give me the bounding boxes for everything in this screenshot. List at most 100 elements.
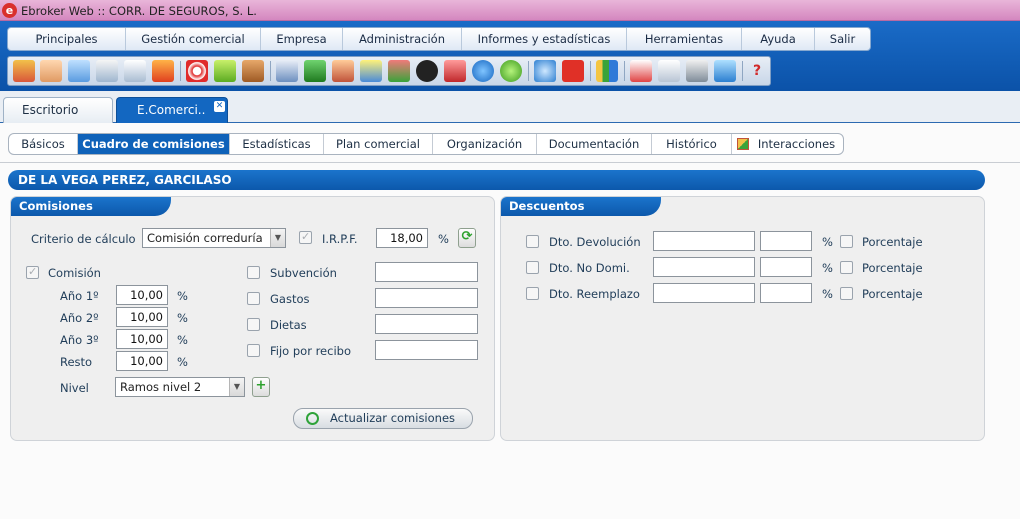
dietas-checkbox[interactable] [247,318,260,331]
subtab-basicos[interactable]: Básicos [9,134,78,154]
target-icon[interactable] [186,60,208,82]
nivel-label: Nivel [60,381,89,395]
nivel-select[interactable]: Ramos nivel 2 ▼ [115,377,245,397]
gastos-input[interactable] [375,288,478,308]
dto-devolucion-percent-input[interactable] [760,231,812,251]
euro-dark-icon[interactable] [416,60,438,82]
g-icon[interactable] [562,60,584,82]
descuentos-title: Descuentos [501,197,661,216]
subtab-estadisticas[interactable]: Estadísticas [230,134,324,154]
comision-checkbox[interactable] [26,265,39,279]
notes-icon[interactable] [658,60,680,82]
calculator-icon[interactable] [686,60,708,82]
dto-no-domi-percent: % [822,261,833,275]
year3-input[interactable]: 10,00 [116,329,168,349]
subvencion-checkbox[interactable] [247,266,260,279]
menu-salir[interactable]: Salir [815,28,870,50]
subtab-organizacion[interactable]: Organización [433,134,537,154]
agent-icon[interactable] [332,60,354,82]
building-icon[interactable] [304,60,326,82]
subtabs-area: Básicos Cuadro de comisiones Estadística… [0,124,1020,163]
fire-icon[interactable] [152,60,174,82]
year1-label: Año 1º [60,289,99,303]
link-icon[interactable] [714,60,736,82]
menu-informes[interactable]: Informes y estadísticas [462,28,627,50]
boxes-icon[interactable] [13,60,35,82]
person-icon[interactable] [68,60,90,82]
criterio-select[interactable]: Comisión correduría ▼ [142,228,286,248]
eraser-icon[interactable] [214,60,236,82]
tab-escritorio[interactable]: Escritorio [3,97,113,123]
user-card-icon[interactable] [40,60,62,82]
close-icon[interactable]: ✕ [214,101,225,112]
comision-label: Comisión [48,266,101,280]
year3-percent: % [177,333,188,347]
criterio-label: Criterio de cálculo [31,232,136,246]
update-commissions-button[interactable]: Actualizar comisiones [293,408,473,429]
dietas-label: Dietas [270,318,307,332]
dto-devolucion-input[interactable] [653,231,755,251]
euro-green-icon[interactable] [500,60,522,82]
fijo-recibo-checkbox[interactable] [247,344,260,357]
menu-gestion-comercial[interactable]: Gestión comercial [126,28,261,50]
dto-reemplazo-input[interactable] [653,283,755,303]
irpf-checkbox[interactable] [299,230,312,244]
main-menu: Principales Gestión comercial Empresa Ad… [7,27,871,51]
menu-empresa[interactable]: Empresa [261,28,343,50]
year1-input[interactable]: 10,00 [116,285,168,305]
dto-devolucion-label: Dto. Devolución [549,235,641,249]
envelope-icon[interactable] [276,60,298,82]
dto-reemplazo-porcentaje-checkbox[interactable] [840,287,853,300]
dto-reemplazo-label: Dto. Reemplazo [549,287,640,301]
cards-icon[interactable] [388,60,410,82]
chart-icon[interactable] [596,60,618,82]
year3-label: Año 3º [60,333,99,347]
group-icon[interactable] [444,60,466,82]
window-icon[interactable] [124,60,146,82]
add-icon[interactable]: + [252,377,270,397]
dto-devolucion-porcentaje-checkbox[interactable] [840,235,853,248]
chevron-down-icon: ▼ [270,229,285,247]
subvencion-input[interactable] [375,262,478,282]
dto-devolucion-porcentaje-label: Porcentaje [862,235,923,249]
dto-devolucion-percent: % [822,235,833,249]
boxes-icon [737,138,749,150]
gastos-checkbox[interactable] [247,292,260,305]
menu-principales[interactable]: Principales [8,28,126,50]
comisiones-panel: Comisiones Criterio de cálculo Comisión … [10,196,495,441]
dto-devolucion-checkbox[interactable] [526,235,539,248]
title-bar: e Ebroker Web :: CORR. DE SEGUROS, S. L. [0,0,1020,21]
refresh-icon[interactable] [534,60,556,82]
euro-blue-icon[interactable] [472,60,494,82]
subtab-historico[interactable]: Histórico [652,134,732,154]
menu-ayuda[interactable]: Ayuda [742,28,815,50]
bulb-person-icon[interactable] [360,60,382,82]
year2-input[interactable]: 10,00 [116,307,168,327]
dto-no-domi-checkbox[interactable] [526,261,539,274]
dto-reemplazo-checkbox[interactable] [526,287,539,300]
year2-label: Año 2º [60,311,99,325]
window-title: Ebroker Web :: CORR. DE SEGUROS, S. L. [21,4,257,18]
dietas-input[interactable] [375,314,478,334]
subtab-documentacion[interactable]: Documentación [537,134,652,154]
irpf-input[interactable]: 18,00 [376,228,428,248]
fijo-recibo-label: Fijo por recibo [270,344,351,358]
eye-card-icon[interactable] [630,60,652,82]
menu-herramientas[interactable]: Herramientas [627,28,742,50]
tab-ecomerci[interactable]: E.Comerci.. ✕ [116,97,228,123]
menu-administracion[interactable]: Administración [343,28,462,50]
briefcase-icon[interactable] [242,60,264,82]
criterio-value: Comisión correduría [147,231,263,245]
dto-no-domi-percent-input[interactable] [760,257,812,277]
refresh-icon[interactable]: ⟳ [458,228,476,248]
resto-input[interactable]: 10,00 [116,351,168,371]
dto-reemplazo-percent-input[interactable] [760,283,812,303]
dto-no-domi-input[interactable] [653,257,755,277]
subtab-interacciones[interactable]: Interacciones [732,134,843,154]
fijo-recibo-input[interactable] [375,340,478,360]
subtab-plan-comercial[interactable]: Plan comercial [324,134,433,154]
subtab-cuadro-comisiones[interactable]: Cuadro de comisiones [78,134,230,154]
id-card-icon[interactable] [96,60,118,82]
help-icon[interactable]: ? [746,60,768,82]
dto-no-domi-porcentaje-checkbox[interactable] [840,261,853,274]
